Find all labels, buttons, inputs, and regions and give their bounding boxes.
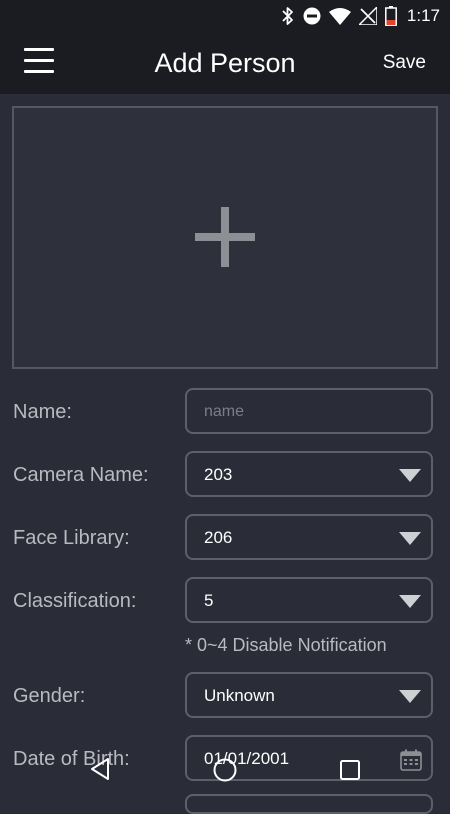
name-input[interactable] [202,398,416,426]
hamburger-icon-line [24,70,54,73]
chevron-down-icon [399,690,421,703]
classification-value: 5 [204,591,214,610]
hamburger-icon-line [24,48,54,51]
classification-select[interactable]: 5 [185,577,433,623]
name-field-box[interactable] [185,388,433,434]
add-photo-area[interactable] [12,106,438,369]
gender-label: Gender: [13,685,86,707]
next-field-box[interactable] [185,794,433,814]
nav-home-button[interactable] [213,758,237,787]
calendar-icon[interactable] [399,748,423,777]
camera-name-value: 203 [204,465,233,484]
face-library-label: Face Library: [13,527,130,549]
bluetooth-icon [281,6,295,26]
camera-name-label: Camera Name: [13,464,149,486]
classification-note: * 0~4 Disable Notification [185,635,387,655]
face-library-value: 206 [204,528,233,547]
save-button[interactable]: Save [383,52,426,74]
classification-label: Classification: [13,590,137,612]
status-bar: 1:17 [0,0,450,32]
battery-low-icon [384,6,397,26]
hamburger-icon-line [24,59,54,62]
name-label: Name: [13,401,72,423]
chevron-down-icon [399,595,421,608]
app-bar: Add Person Save [0,32,450,94]
nav-recents-button[interactable] [339,759,361,786]
camera-name-select[interactable]: 203 [185,451,433,497]
plus-icon [195,207,255,267]
gender-select[interactable]: Unknown [185,672,433,718]
date-of-birth-label: Date of Birth: [13,748,130,770]
menu-button[interactable] [24,48,56,76]
do-not-disturb-icon [303,7,321,25]
status-icons: 1:17 [281,5,440,27]
gender-value: Unknown [204,686,275,705]
no-signal-icon [358,7,377,25]
chevron-down-icon [399,532,421,545]
back-icon [91,758,109,780]
nav-back-button[interactable] [88,757,112,786]
wifi-icon [328,7,351,25]
status-time: 1:17 [406,6,440,25]
face-library-select[interactable]: 206 [185,514,433,560]
chevron-down-icon [399,469,421,482]
home-icon [213,758,237,782]
recents-icon [340,760,360,780]
